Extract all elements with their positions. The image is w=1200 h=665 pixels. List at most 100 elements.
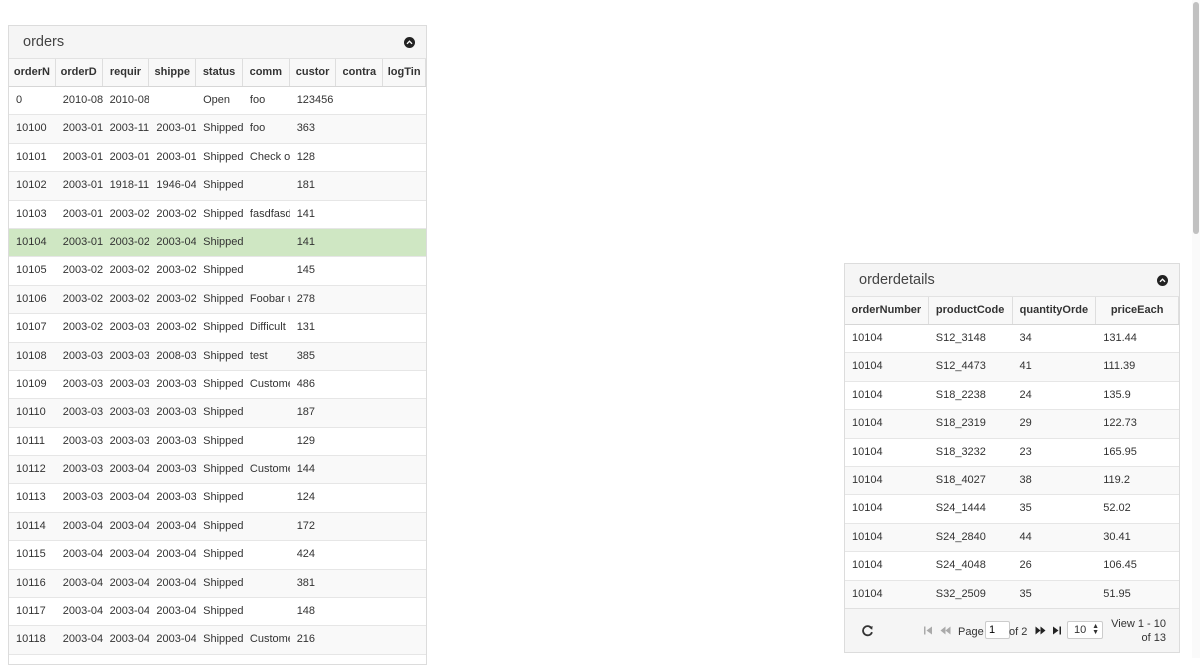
table-cell: Shipped bbox=[203, 633, 243, 646]
table-cell: Shipped bbox=[203, 150, 243, 163]
table-cell bbox=[383, 201, 426, 228]
table-cell bbox=[383, 87, 426, 114]
prev-page-icon[interactable] bbox=[940, 626, 951, 638]
table-cell: 2003-02- bbox=[62, 264, 103, 277]
table-row[interactable]: 10110 2003-03- 2003-03- 2003-03- Shipped 187 bbox=[9, 399, 426, 428]
table-row[interactable]: 10104 S18_3232 23 165.95 bbox=[845, 439, 1179, 467]
column-header[interactable]: shippe bbox=[149, 59, 197, 86]
table-cell: 124 bbox=[296, 491, 316, 504]
page-scrollbar[interactable] bbox=[1192, 0, 1200, 658]
collapse-icon[interactable] bbox=[404, 37, 415, 48]
table-cell: 38 bbox=[1019, 473, 1032, 486]
table-row[interactable]: 0 2010-08- 2010-08- Open foo 123456 bbox=[9, 87, 426, 116]
first-page-icon[interactable] bbox=[924, 626, 933, 638]
table-row[interactable]: 10104 S24_4048 26 106.45 bbox=[845, 552, 1179, 581]
column-header[interactable]: orderD bbox=[56, 59, 103, 86]
table-cell bbox=[383, 257, 426, 284]
table-row[interactable]: 10104 S18_2238 24 135.9 bbox=[845, 382, 1179, 411]
page-input[interactable] bbox=[985, 621, 1010, 639]
column-header[interactable]: requir bbox=[103, 59, 150, 86]
table-cell: S18_4027 bbox=[935, 473, 986, 486]
table-cell: 141 bbox=[296, 235, 316, 248]
table-cell: fasdfasd bbox=[249, 207, 290, 220]
table-cell: 10111 bbox=[16, 434, 45, 447]
table-row[interactable]: 10114 2003-04- 2003-04- 2003-04- Shipped 172 bbox=[9, 512, 426, 542]
column-header[interactable]: productCode bbox=[929, 297, 1013, 324]
table-cell: 10115 bbox=[16, 548, 46, 561]
table-cell: 10104 bbox=[852, 530, 883, 543]
table-cell: 2003-02- bbox=[62, 292, 103, 305]
table-row[interactable]: 10107 2003-02- 2003-03- 2003-02- Shipped Diff… bbox=[9, 314, 426, 343]
table-cell: 10113 bbox=[16, 491, 46, 504]
table-cell: 187 bbox=[296, 406, 316, 419]
table-cell: Shipped bbox=[203, 292, 243, 305]
column-header[interactable]: priceEach bbox=[1096, 297, 1179, 324]
table-row[interactable]: 10115 2003-04- 2003-04- 2003-04- Shipped 424 bbox=[9, 541, 426, 570]
last-page-icon[interactable] bbox=[1052, 626, 1061, 638]
table-row[interactable]: 10112 2003-03- 2003-04- 2003-03- Shipped Cust… bbox=[9, 456, 426, 485]
table-row[interactable]: 10104 S12_3148 34 131.44 bbox=[845, 325, 1179, 354]
column-header[interactable]: custor bbox=[290, 59, 337, 86]
table-row[interactable]: 10108 2003-03- 2003-03- 2008-03- Shipped test… bbox=[9, 342, 426, 371]
table-cell: Check or bbox=[249, 150, 290, 163]
table-row[interactable]: 10111 2003-03- 2003-03- 2003-03- Shipped 129 bbox=[9, 428, 426, 457]
table-cell: Difficult bbox=[249, 321, 286, 334]
scrollbar-thumb[interactable] bbox=[1193, 2, 1199, 234]
column-header[interactable]: contra bbox=[336, 59, 384, 86]
table-row[interactable]: 10104 S24_1444 35 52.02 bbox=[845, 495, 1179, 524]
table-row[interactable]: 10117 2003-04- 2003-04- 2003-04- Shipped 148 bbox=[9, 598, 426, 627]
table-cell: 44 bbox=[1019, 530, 1032, 543]
table-cell: 2003-03- bbox=[156, 463, 197, 476]
table-cell: 381 bbox=[296, 576, 316, 589]
table-cell: Shipped bbox=[203, 519, 243, 532]
column-header[interactable]: quantityOrde bbox=[1013, 297, 1097, 324]
table-cell: Shipped bbox=[203, 491, 243, 504]
table-cell: 2008-03- bbox=[156, 349, 197, 362]
table-cell: 2003-03- bbox=[109, 406, 150, 419]
table-row[interactable]: 10113 2003-03- 2003-04- 2003-03- Shipped 124 bbox=[9, 484, 426, 513]
table-cell bbox=[383, 428, 426, 455]
table-cell: 10106 bbox=[16, 292, 47, 305]
table-row[interactable]: 10109 2003-03- 2003-03- 2003-03- Shipped Cust… bbox=[9, 371, 426, 400]
table-cell: 2003-04- bbox=[156, 548, 197, 561]
rows-per-page-select[interactable]: 10 ▲ ▼ bbox=[1067, 621, 1103, 639]
table-cell: 2003-01- bbox=[156, 122, 197, 135]
collapse-icon[interactable] bbox=[1157, 275, 1168, 286]
table-row[interactable]: 10106 2003-02- 2003-02- 2003-02- Shipped Foob… bbox=[9, 285, 426, 315]
column-header[interactable]: orderN bbox=[9, 59, 56, 86]
table-row[interactable]: 10105 2003-02- 2003-02- 2003-02- Shipped 145 bbox=[9, 257, 426, 286]
column-header[interactable]: status bbox=[196, 59, 243, 86]
table-cell bbox=[383, 144, 426, 171]
table-cell: 2003-04- bbox=[156, 576, 197, 589]
table-row[interactable]: 10100 2003-01- 2003-11- 2003-01- Shipped foo 3… bbox=[9, 115, 426, 144]
table-cell: 2003-03- bbox=[109, 349, 150, 362]
table-cell bbox=[336, 257, 383, 284]
table-row[interactable]: 10104 S18_4027 38 119.2 bbox=[845, 466, 1179, 496]
table-row[interactable]: 10104 S18_2319 29 122.73 bbox=[845, 410, 1179, 439]
refresh-icon[interactable] bbox=[861, 624, 874, 640]
table-row[interactable]: 10104 2003-01- 2003-02- 2003-04- Shipped 141 bbox=[9, 228, 426, 258]
table-cell: Custome bbox=[249, 463, 290, 476]
next-page-icon[interactable] bbox=[1035, 626, 1046, 638]
table-row[interactable]: 10103 2003-01- 2003-02- 2003-02- Shipped fasd… bbox=[9, 201, 426, 229]
select-arrows-icon: ▲ ▼ bbox=[1092, 623, 1099, 636]
table-cell: S24_1444 bbox=[935, 502, 986, 515]
table-row[interactable]: 10102 2003-01- 1918-11- 1946-04- Shipped 181 bbox=[9, 172, 426, 201]
rows-per-page-value: 10 bbox=[1074, 624, 1087, 636]
table-row[interactable]: 10104 S24_2840 44 30.41 bbox=[845, 523, 1179, 553]
column-header[interactable]: logTin bbox=[383, 59, 426, 86]
table-row[interactable]: 10101 2003-01- 2003-01- 2003-01- Shipped Chec… bbox=[9, 144, 426, 173]
page-label: Page bbox=[958, 626, 984, 638]
table-cell: 2010-08- bbox=[62, 94, 103, 106]
table-cell: 10104 bbox=[852, 388, 883, 401]
table-cell: test bbox=[249, 349, 268, 362]
column-header[interactable]: comm bbox=[243, 59, 290, 86]
table-row[interactable]: 10104 S32_2509 35 51.95 bbox=[845, 580, 1179, 609]
table-cell bbox=[336, 598, 383, 625]
table-row[interactable]: 10104 S12_4473 41 111.39 bbox=[845, 353, 1179, 382]
table-row[interactable]: 10116 2003-04- 2003-04- 2003-04- Shipped 381 bbox=[9, 569, 426, 599]
table-row[interactable]: 10118 2003-04- 2003-04- 2003-04- Shipped Cust… bbox=[9, 626, 426, 655]
column-header[interactable]: orderNumber bbox=[845, 297, 929, 324]
orders-title: orders bbox=[23, 34, 65, 50]
table-cell: Shipped bbox=[203, 207, 243, 220]
